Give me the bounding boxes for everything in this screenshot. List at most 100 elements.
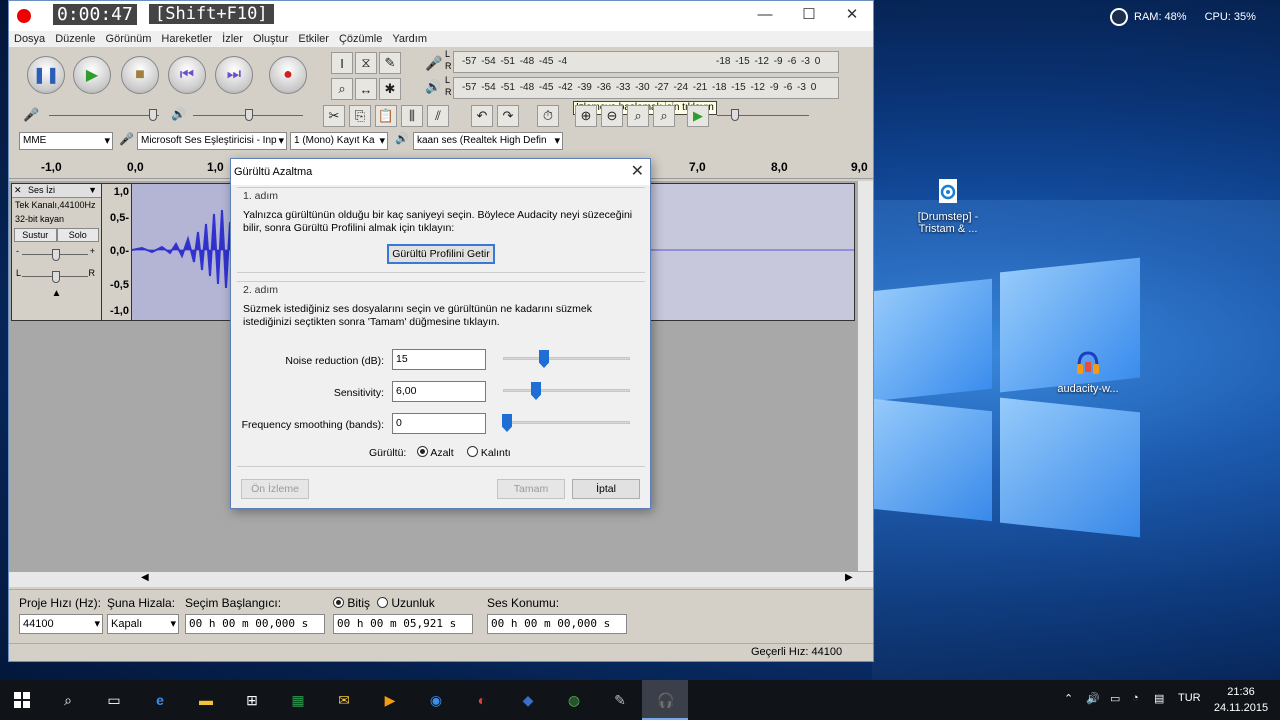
- task-view-button[interactable]: ▭: [102, 688, 126, 712]
- record-meter[interactable]: -57 -54 -51 -48 -45 -4 -18 -15 -12 -9 -6…: [453, 51, 839, 73]
- solo-button[interactable]: Solo: [56, 228, 99, 242]
- audio-position-field[interactable]: 00 h 00 m 00,000 s: [487, 614, 627, 634]
- fit-selection-button[interactable]: ⌕: [627, 105, 649, 127]
- network-icon[interactable]: ◔: [1132, 692, 1139, 704]
- taskbar-edge[interactable]: e: [148, 688, 172, 712]
- draw-tool[interactable]: ✎: [379, 52, 401, 74]
- minimize-button[interactable]: —: [745, 5, 785, 27]
- scroll-right-icon[interactable]: ▶: [845, 572, 853, 583]
- zoom-out-button[interactable]: ⊖: [601, 105, 623, 127]
- sensitivity-thumb[interactable]: [531, 382, 541, 400]
- trim-button[interactable]: ⫼: [401, 105, 423, 127]
- menu-generate[interactable]: Oluştur: [248, 31, 293, 47]
- taskbar-media[interactable]: ▶: [378, 688, 402, 712]
- taskbar-store[interactable]: ⊞: [240, 688, 264, 712]
- show-hidden-icons[interactable]: ⌃: [1064, 692, 1073, 705]
- output-volume-knob[interactable]: [245, 109, 253, 121]
- maximize-button[interactable]: ☐: [789, 5, 829, 27]
- taskbar-app[interactable]: ◉: [424, 688, 448, 712]
- cancel-button[interactable]: İptal: [572, 479, 640, 499]
- undo-button[interactable]: ↶: [471, 105, 493, 127]
- battery-icon[interactable]: ▭: [1110, 692, 1120, 705]
- gain-slider[interactable]: - +: [12, 244, 101, 266]
- channels-select[interactable]: 1 (Mono) Kayıt Ka: [290, 132, 388, 150]
- zoom-tool[interactable]: ⌕: [331, 78, 353, 100]
- play-button[interactable]: ▶: [73, 56, 111, 94]
- menu-tracks[interactable]: İzler: [217, 31, 248, 47]
- collapse-track-icon[interactable]: ▲: [12, 288, 101, 299]
- output-device-select[interactable]: kaan ses (Realtek High Defin: [413, 132, 563, 150]
- search-button[interactable]: ⌕: [56, 688, 80, 712]
- selection-end-field[interactable]: 00 h 00 m 05,921 s: [333, 614, 473, 634]
- length-radio[interactable]: [377, 597, 388, 608]
- ok-button[interactable]: Tamam: [497, 479, 565, 499]
- audio-host-select[interactable]: MME: [19, 132, 113, 150]
- input-language[interactable]: TUR: [1178, 692, 1201, 704]
- sync-lock-button[interactable]: ⏱: [537, 105, 559, 127]
- menu-transport[interactable]: Hareketler: [156, 31, 217, 47]
- copy-button[interactable]: ⎘: [349, 105, 371, 127]
- menu-view[interactable]: Görünüm: [101, 31, 157, 47]
- input-volume-slider[interactable]: [49, 115, 159, 116]
- envelope-tool[interactable]: ⧖: [355, 52, 377, 74]
- noise-reduction-thumb[interactable]: [539, 350, 549, 368]
- dialog-close-icon[interactable]: ✕: [631, 159, 644, 185]
- reduce-radio[interactable]: [417, 446, 428, 457]
- pan-slider[interactable]: L R: [12, 266, 101, 288]
- record-button[interactable]: ●: [269, 56, 307, 94]
- menu-edit[interactable]: Düzenle: [50, 31, 100, 47]
- residue-option[interactable]: Kalıntı: [467, 446, 511, 459]
- noise-reduction-slider[interactable]: [503, 357, 630, 360]
- residue-radio[interactable]: [467, 446, 478, 457]
- input-volume-knob[interactable]: [149, 109, 157, 121]
- sensitivity-slider[interactable]: [503, 389, 630, 392]
- sensitivity-input[interactable]: 6,00: [392, 381, 486, 402]
- taskbar-chrome[interactable]: ◍: [562, 688, 586, 712]
- pause-button[interactable]: ❚❚: [27, 56, 65, 94]
- horizontal-scrollbar[interactable]: ◀ ▶: [9, 571, 873, 587]
- taskbar-excel[interactable]: ▦: [286, 688, 310, 712]
- paste-button[interactable]: 📋: [375, 105, 397, 127]
- play-at-speed-button[interactable]: ▶: [687, 105, 709, 127]
- get-noise-profile-button[interactable]: Gürültü Profilini Getir: [387, 244, 495, 264]
- length-radio-option[interactable]: Uzunluk: [377, 596, 435, 610]
- gain-knob[interactable]: [52, 249, 60, 261]
- preview-button[interactable]: Ön İzleme: [241, 479, 309, 499]
- fit-project-button[interactable]: ⌕: [653, 105, 675, 127]
- start-button[interactable]: [10, 688, 34, 712]
- skip-start-button[interactable]: ⏮: [168, 56, 206, 94]
- play-speed-knob[interactable]: [731, 109, 739, 121]
- clock[interactable]: 21:36 24.11.2015: [1210, 684, 1272, 716]
- taskbar-recorder[interactable]: ✎: [608, 688, 632, 712]
- timeshift-tool[interactable]: ↔: [355, 78, 377, 100]
- input-device-select[interactable]: Microsoft Ses Eşleştiricisi - Inp: [137, 132, 287, 150]
- taskbar-explorer[interactable]: ▬: [194, 688, 218, 712]
- multi-tool[interactable]: ✱: [379, 78, 401, 100]
- noise-reduction-input[interactable]: 15: [392, 349, 486, 370]
- snap-select[interactable]: Kapalı: [107, 614, 179, 634]
- desktop-icon-audacity[interactable]: audacity-w...: [1043, 350, 1133, 395]
- taskbar-mail[interactable]: ✉: [332, 688, 356, 712]
- silence-button[interactable]: ⫽: [427, 105, 449, 127]
- end-radio[interactable]: [333, 597, 344, 608]
- close-button[interactable]: ✕: [832, 5, 872, 27]
- frequency-smoothing-slider[interactable]: [503, 421, 630, 424]
- mute-button[interactable]: Sustur: [14, 228, 57, 242]
- taskbar-tool[interactable]: ◆: [516, 688, 540, 712]
- frequency-smoothing-thumb[interactable]: [502, 414, 512, 432]
- volume-icon[interactable]: 🔊: [1086, 692, 1100, 705]
- pan-knob[interactable]: [52, 271, 60, 283]
- playback-meter[interactable]: -57 -54 -51 -48 -45 -42 -39 -36 -33 -30 …: [453, 77, 839, 99]
- track-name-menu[interactable]: ✕ Ses İzi ▼: [12, 184, 101, 198]
- end-radio-option[interactable]: Bitiş: [333, 596, 370, 610]
- vertical-scrollbar[interactable]: [857, 181, 873, 571]
- scroll-left-icon[interactable]: ◀: [141, 572, 149, 583]
- zoom-in-button[interactable]: ⊕: [575, 105, 597, 127]
- frequency-smoothing-input[interactable]: 0: [392, 413, 486, 434]
- reduce-option[interactable]: Azalt: [417, 446, 454, 459]
- menu-file[interactable]: Dosya: [9, 31, 50, 47]
- menu-help[interactable]: Yardım: [387, 31, 432, 47]
- project-rate-select[interactable]: 44100: [19, 614, 103, 634]
- desktop-icon-drumstep[interactable]: [Drumstep] - Tristam & ...: [903, 178, 993, 235]
- menu-analyze[interactable]: Çözümle: [334, 31, 387, 47]
